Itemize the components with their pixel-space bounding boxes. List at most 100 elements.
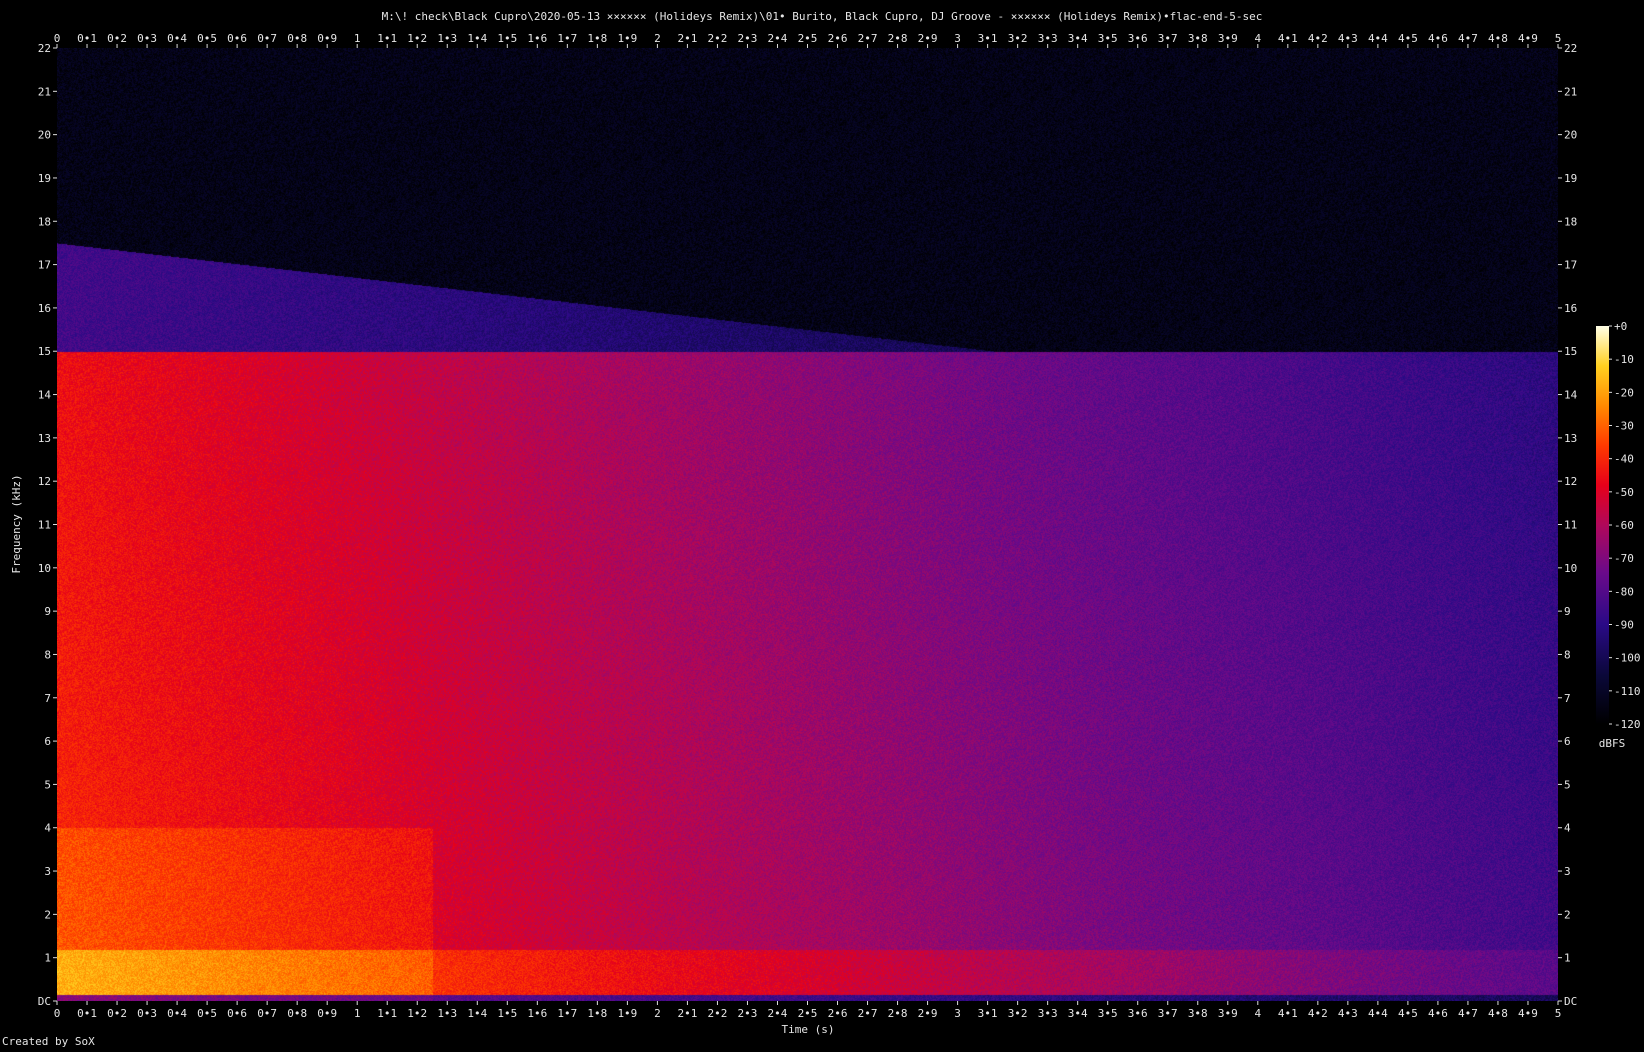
- x-tick-label-top: 3•5: [1098, 32, 1118, 45]
- y-tick-label: 3: [44, 865, 51, 878]
- x-tick-label-top: 3•7: [1158, 32, 1178, 45]
- x-tick-label: 1•9: [617, 1007, 637, 1020]
- colorbar-tick-label: -70: [1614, 552, 1634, 565]
- x-tick-label: 2•3: [738, 1007, 758, 1020]
- y-tick-label-right: 6: [1564, 735, 1571, 748]
- colorbar-ticks: +0 -10 -20 -30 -40 -50 -60 -70 -80 -90 -100 -110 -12…: [1609, 320, 1641, 731]
- x-tick-label: 2•8: [888, 1007, 908, 1020]
- colorbar-tick-label: -80: [1614, 585, 1634, 598]
- x-tick-label-top: 2•3: [738, 32, 758, 45]
- y-tick-label: 20: [38, 129, 51, 142]
- spectrogram-chart: M:\! check\Black Cupro\2020-05-13 ××××××…: [2, 10, 1641, 1048]
- x-tick-label-top: 2•4: [768, 32, 788, 45]
- spectrogram-heatmap: [57, 48, 1558, 1001]
- x-tick-label: 3•2: [1008, 1007, 1028, 1020]
- x-tick-label-top: 3•8: [1188, 32, 1208, 45]
- x-tick-label-top: 4•2: [1308, 32, 1328, 45]
- x-tick-label: 1•8: [587, 1007, 607, 1020]
- x-tick-label: 0•9: [317, 1007, 337, 1020]
- x-tick-label-top: 4•3: [1338, 32, 1358, 45]
- y-tick-label: 9: [44, 605, 51, 618]
- x-tick-label: 3•6: [1128, 1007, 1148, 1020]
- y-tick-label-right: DC: [1564, 995, 1577, 1008]
- x-tick-label-top: 0: [54, 32, 61, 45]
- x-tick-label: 0•1: [77, 1007, 97, 1020]
- x-tick-label-top: 1•7: [557, 32, 577, 45]
- y-tick-label: 4: [44, 822, 51, 835]
- y-tick-label: 21: [38, 85, 51, 98]
- x-tick-label: 0•2: [107, 1007, 127, 1020]
- y-tick-label-right: 12: [1564, 475, 1577, 488]
- y-tick-label: 19: [38, 172, 51, 185]
- x-tick-label-top: 3: [954, 32, 961, 45]
- x-tick-label-top: 1•3: [437, 32, 457, 45]
- x-tick-label: 0•8: [287, 1007, 307, 1020]
- y-tick-label-right: 14: [1564, 389, 1578, 402]
- x-tick-label: 0•5: [197, 1007, 217, 1020]
- x-tick-label-top: 4•6: [1428, 32, 1448, 45]
- y-tick-label-right: 19: [1564, 172, 1577, 185]
- x-tick-label: 3: [954, 1007, 961, 1020]
- y-tick-label: 8: [44, 648, 51, 661]
- x-tick-label: 1: [354, 1007, 361, 1020]
- y-tick-label: 16: [38, 302, 51, 315]
- x-tick-label-top: 2•6: [828, 32, 848, 45]
- x-tick-label-top: 2•1: [677, 32, 697, 45]
- x-tick-label: 1•3: [437, 1007, 457, 1020]
- x-tick-label: 5: [1555, 1007, 1562, 1020]
- x-tick-label: 4•9: [1518, 1007, 1538, 1020]
- x-tick-label: 3•9: [1218, 1007, 1238, 1020]
- x-tick-label: 4•6: [1428, 1007, 1448, 1020]
- y-tick-label-right: 10: [1564, 562, 1577, 575]
- y-tick-label: 17: [38, 259, 51, 272]
- x-tick-label-top: 1•9: [617, 32, 637, 45]
- y-tick-label-right: 16: [1564, 302, 1577, 315]
- x-tick-label-top: 0•2: [107, 32, 127, 45]
- x-tick-label: 4: [1254, 1007, 1261, 1020]
- x-tick-label-top: 1•5: [497, 32, 517, 45]
- y-tick-label-right: 17: [1564, 259, 1577, 272]
- y-tick-label-right: 4: [1564, 822, 1571, 835]
- x-tick-label-top: 4: [1254, 32, 1261, 45]
- x-tick-label: 1•1: [377, 1007, 397, 1020]
- x-tick-label: 0•7: [257, 1007, 277, 1020]
- x-tick-label: 0•3: [137, 1007, 157, 1020]
- y-tick-label-right: 7: [1564, 692, 1571, 705]
- x-tick-label-top: 4•5: [1398, 32, 1418, 45]
- x-tick-label: 2•2: [708, 1007, 728, 1020]
- x-tick-label: 2•9: [918, 1007, 938, 1020]
- colorbar: [1596, 326, 1609, 724]
- y-axis-right: DC12345678910111213141516171819202122: [1558, 42, 1578, 1008]
- x-tick-label: 4•7: [1458, 1007, 1478, 1020]
- x-tick-label: 4•3: [1338, 1007, 1358, 1020]
- y-tick-label-right: 18: [1564, 215, 1577, 228]
- x-tick-label: 0•4: [167, 1007, 187, 1020]
- x-axis-label: Time (s): [782, 1023, 835, 1036]
- x-tick-label-top: 3•9: [1218, 32, 1238, 45]
- x-tick-label-top: 2•8: [888, 32, 908, 45]
- y-tick-label-right: 22: [1564, 42, 1577, 55]
- y-tick-label: 22: [38, 42, 51, 55]
- colorbar-tick-label: -20: [1614, 386, 1634, 399]
- y-axis-label: Frequency (kHz): [10, 474, 23, 573]
- y-tick-label: 1: [44, 952, 51, 965]
- y-tick-label-right: 11: [1564, 519, 1577, 532]
- x-axis-bottom: 0 0•1 0•2 0•3 0•4 0•5 0•6 0•7 0•8 0•9 1 1•1 1•2 1•3 1•…: [54, 1001, 1562, 1020]
- x-tick-label-top: 3•4: [1068, 32, 1088, 45]
- footer-credit: Created by SoX: [2, 1035, 95, 1048]
- x-tick-label-top: 1•8: [587, 32, 607, 45]
- x-tick-label: 2: [654, 1007, 661, 1020]
- x-tick-label-top: 3•6: [1128, 32, 1148, 45]
- x-tick-label-top: 1•2: [407, 32, 427, 45]
- x-tick-label-top: 5: [1555, 32, 1562, 45]
- x-tick-label: 0•6: [227, 1007, 247, 1020]
- x-tick-label: 4•8: [1488, 1007, 1508, 1020]
- x-tick-label: 1•6: [527, 1007, 547, 1020]
- x-tick-label-top: 2•7: [858, 32, 878, 45]
- x-tick-label: 3•3: [1038, 1007, 1058, 1020]
- y-tick-label: 12: [38, 475, 51, 488]
- colorbar-tick-label: -120: [1614, 718, 1641, 731]
- x-tick-label-top: 2•5: [798, 32, 818, 45]
- y-tick-label: 7: [44, 692, 51, 705]
- x-tick-label-top: 1•6: [527, 32, 547, 45]
